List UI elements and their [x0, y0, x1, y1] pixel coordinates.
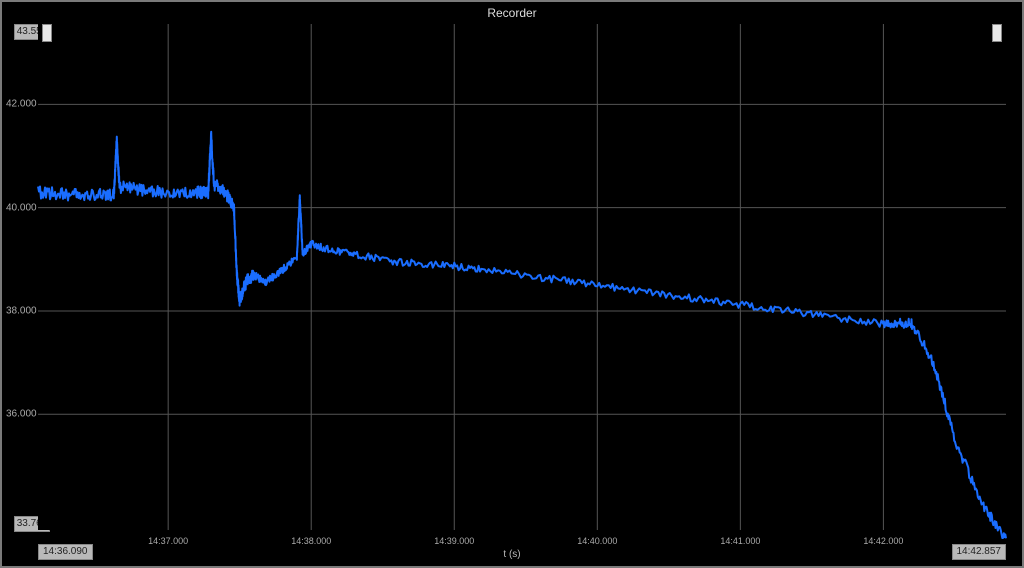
y-tick-label: 38.000	[6, 305, 36, 316]
x-axis-max-indicator[interactable]: 14:42.857	[952, 544, 1007, 560]
y-tick-label: 42.000	[6, 99, 36, 110]
chart-plot	[38, 24, 1006, 530]
y-tick-label: 36.000	[6, 409, 36, 420]
x-tick-label: 14:41.000	[720, 536, 760, 546]
recorder-window: Recorder 43.555 33.760 14:36.090 14:42.8…	[0, 0, 1024, 568]
x-tick-label: 14:42.000	[863, 536, 903, 546]
x-axis-label: t (s)	[503, 549, 520, 560]
x-tick-label: 14:38.000	[291, 536, 331, 546]
x-tick-label: 14:39.000	[434, 536, 474, 546]
y-tick-label: 40.000	[6, 202, 36, 213]
plot-area[interactable]	[38, 24, 1006, 530]
x-axis-min-indicator[interactable]: 14:36.090	[38, 544, 93, 560]
lox-pressure-trace	[38, 132, 1006, 539]
x-tick-label: 14:40.000	[577, 536, 617, 546]
x-tick-label: 14:37.000	[148, 536, 188, 546]
window-title: Recorder	[2, 6, 1022, 20]
